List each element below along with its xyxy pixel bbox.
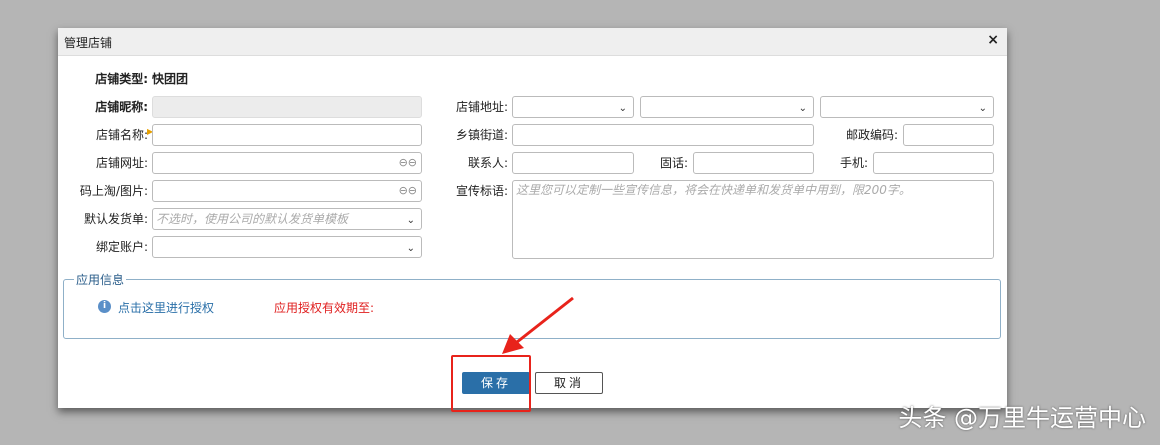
annotation-arrow-icon	[502, 296, 574, 354]
invoice-select[interactable]: 不选时，使用公司的默认发货单模板 ⌄	[152, 208, 422, 230]
mobile-input[interactable]	[873, 152, 994, 174]
slogan-textarea[interactable]: 这里您可以定制一些宣传信息，将会在快递单和发货单中用到，限200字。	[512, 180, 994, 259]
chevron-down-icon: ⌄	[406, 215, 415, 226]
chevron-down-icon: ⌄	[798, 103, 807, 114]
account-label: 绑定账户:	[95, 240, 148, 254]
mobile-label: 手机:	[839, 156, 868, 170]
store-type-label: 店铺类型:	[95, 72, 148, 86]
street-label: 乡镇街道:	[455, 128, 508, 142]
invoice-label: 默认发货单:	[83, 212, 148, 226]
link-icon[interactable]: ⊖⊖	[399, 153, 417, 173]
highlight-box	[451, 355, 531, 412]
chevron-down-icon: ⌄	[618, 103, 627, 114]
chevron-down-icon: ⌄	[406, 243, 415, 254]
watermark: 头条 @万里牛运营中心	[898, 404, 1146, 432]
slogan-label: 宣传标语:	[455, 184, 508, 198]
phone-label: 固话:	[659, 156, 688, 170]
store-url-label: 店铺网址:	[95, 156, 148, 170]
slogan-placeholder: 这里您可以定制一些宣传信息，将会在快递单和发货单中用到，限200字。	[516, 183, 911, 197]
city-select[interactable]: ⌄	[640, 96, 814, 118]
address-label: 店铺地址:	[455, 100, 508, 114]
nickname-label: 店铺昵称:	[95, 100, 148, 114]
expiry-label: 应用授权有效期至:	[274, 301, 375, 315]
chevron-down-icon: ⌄	[978, 103, 987, 114]
nickname-input[interactable]	[152, 96, 422, 118]
dialog-title: 管理店铺	[64, 36, 113, 50]
close-icon[interactable]: ×	[987, 32, 999, 48]
app-info-legend: 应用信息	[74, 271, 127, 288]
store-type-value: 快团团	[152, 72, 189, 86]
image-label: 码上淘/图片:	[79, 184, 148, 198]
store-name-input[interactable]	[152, 124, 422, 146]
contact-label: 联系人:	[467, 156, 508, 170]
cancel-button[interactable]: 取消	[535, 372, 603, 394]
store-url-input[interactable]: ⊖⊖	[152, 152, 422, 174]
postcode-label: 邮政编码:	[845, 128, 898, 142]
postcode-input[interactable]	[903, 124, 994, 146]
store-name-label: 店铺名称:	[95, 128, 148, 142]
account-select[interactable]: ⌄	[152, 236, 422, 258]
dialog-titlebar: 管理店铺 ×	[58, 28, 1007, 56]
info-icon: i	[98, 300, 111, 313]
link-icon[interactable]: ⊖⊖	[399, 181, 417, 201]
province-select[interactable]: ⌄	[512, 96, 634, 118]
authorize-link[interactable]: 点击这里进行授权	[118, 299, 214, 316]
invoice-placeholder: 不选时，使用公司的默认发货单模板	[156, 212, 349, 226]
image-input[interactable]: ⊖⊖	[152, 180, 422, 202]
street-input[interactable]	[512, 124, 814, 146]
district-select[interactable]: ⌄	[820, 96, 994, 118]
